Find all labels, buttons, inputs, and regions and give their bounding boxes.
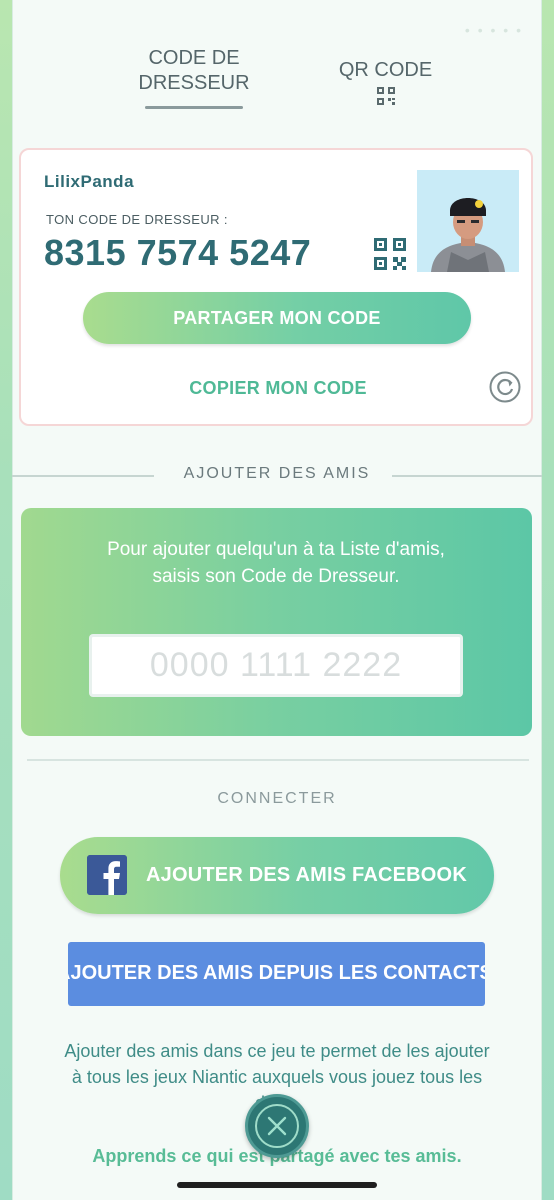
qr-code-icon[interactable] (374, 238, 406, 270)
home-indicator (177, 1182, 377, 1188)
trainer-avatar (417, 170, 519, 272)
contacts-friends-button[interactable]: AJOUTER DES AMIS DEPUIS LES CONTACTS (68, 942, 485, 1006)
header-line-right (392, 475, 542, 477)
facebook-friends-button[interactable]: AJOUTER DES AMIS FACEBOOK (60, 837, 494, 914)
contacts-button-label: AJOUTER DES AMIS DEPUIS LES CONTACTS (68, 962, 485, 984)
trainer-username: LilixPanda (44, 172, 135, 191)
tab-trainer-code-line2: DRESSEUR (138, 72, 250, 94)
tab-trainer-code[interactable]: CODE DE DRESSEUR (133, 46, 255, 109)
trainer-card: LilixPanda TON CODE DE DRESSEUR : 8315 7… (19, 148, 533, 426)
trainer-code-label: TON CODE DE DRESSEUR : (46, 212, 228, 227)
trainer-code-value: 8315 7574 5247 (44, 232, 312, 273)
facebook-icon (87, 855, 127, 895)
refresh-icon[interactable] (489, 371, 521, 403)
header-line-left (12, 475, 154, 477)
tab-qr-code[interactable]: QR CODE (328, 58, 443, 105)
copy-code-link[interactable]: COPIER MON CODE (21, 378, 535, 399)
add-friends-header: AJOUTER DES AMIS (12, 465, 542, 483)
section-divider (27, 759, 529, 761)
connect-header: CONNECTER (217, 790, 337, 807)
friend-code-input[interactable] (89, 634, 463, 697)
status-indicator: • • • • • (464, 22, 523, 38)
close-icon (267, 1116, 287, 1136)
tab-trainer-code-line1: CODE DE (148, 47, 240, 69)
add-friend-instructions: Pour ajouter quelqu'un à ta Liste d'amis… (107, 539, 445, 587)
close-button[interactable] (245, 1094, 309, 1158)
tab-qr-code-label: QR CODE (338, 59, 433, 81)
add-friends-title: AJOUTER DES AMIS (183, 465, 371, 482)
share-code-button[interactable]: PARTAGER MON CODE (83, 292, 471, 344)
add-friend-box: Pour ajouter quelqu'un à ta Liste d'amis… (21, 508, 532, 736)
active-tab-underline (145, 106, 243, 109)
facebook-button-label: AJOUTER DES AMIS FACEBOOK (146, 864, 467, 886)
qr-code-icon (376, 87, 395, 105)
